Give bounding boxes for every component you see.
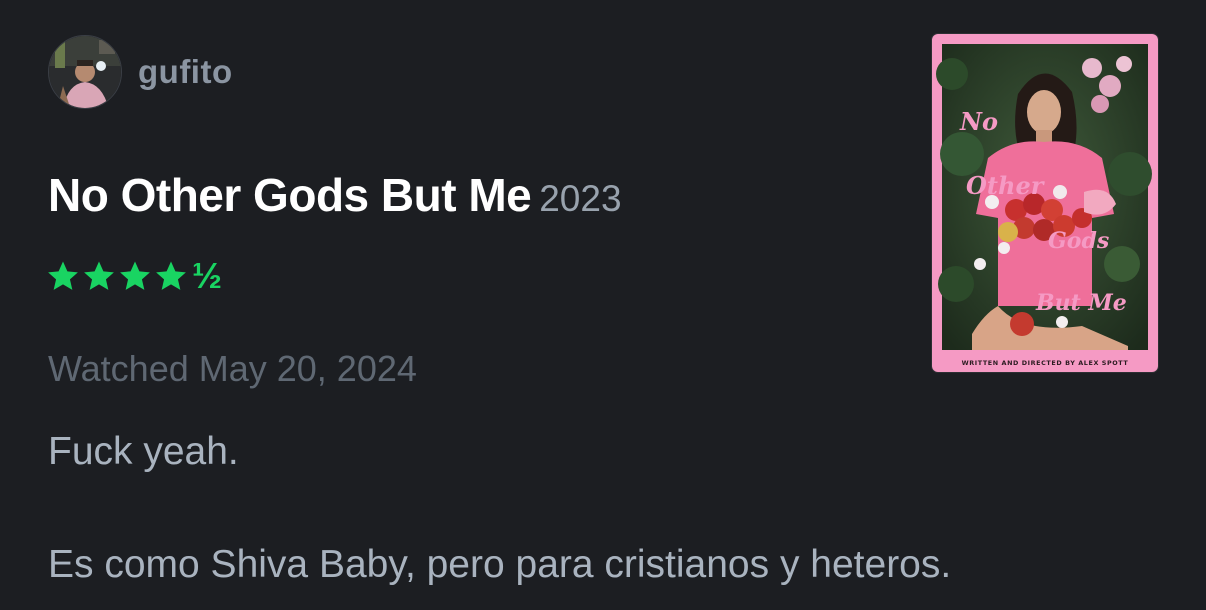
review-text-line: Fuck yeah. — [48, 430, 239, 473]
star-icon — [120, 261, 150, 290]
star-icon — [48, 261, 78, 290]
poster-title-word: Gods — [1048, 228, 1109, 254]
star-rating: ½ — [46, 258, 222, 294]
author-link[interactable]: gufito — [48, 34, 233, 110]
author-name[interactable]: gufito — [138, 53, 233, 91]
watched-label: Watched — [48, 348, 189, 389]
poster-title-word: Other — [966, 171, 1046, 200]
watched-date: Watched May 20, 2024 — [48, 348, 417, 390]
avatar[interactable] — [48, 35, 122, 109]
poster-title-word: But Me — [1035, 290, 1127, 316]
review-card: gufito No Other Gods But Me 2023 ½ Watche… — [0, 0, 1206, 610]
film-heading: No Other Gods But Me 2023 — [48, 168, 622, 222]
star-icon — [84, 261, 114, 290]
watched-date-value[interactable]: May 20, 2024 — [199, 348, 417, 389]
half-star-glyph: ½ — [192, 255, 223, 296]
poster-image: No Other Gods But Me WRITTEN AND DIRECTE… — [932, 34, 1158, 372]
film-year[interactable]: 2023 — [539, 178, 621, 219]
poster-credit: WRITTEN AND DIRECTED BY ALEX SPOTT — [962, 359, 1129, 367]
poster-title-word: No — [959, 107, 998, 136]
avatar-image — [49, 36, 121, 108]
star-icon — [156, 261, 186, 290]
film-title[interactable]: No Other Gods But Me — [48, 169, 532, 221]
review-text-line: Es como Shiva Baby, pero para cristianos… — [48, 543, 952, 586]
film-poster[interactable]: No Other Gods But Me WRITTEN AND DIRECTE… — [932, 34, 1158, 372]
